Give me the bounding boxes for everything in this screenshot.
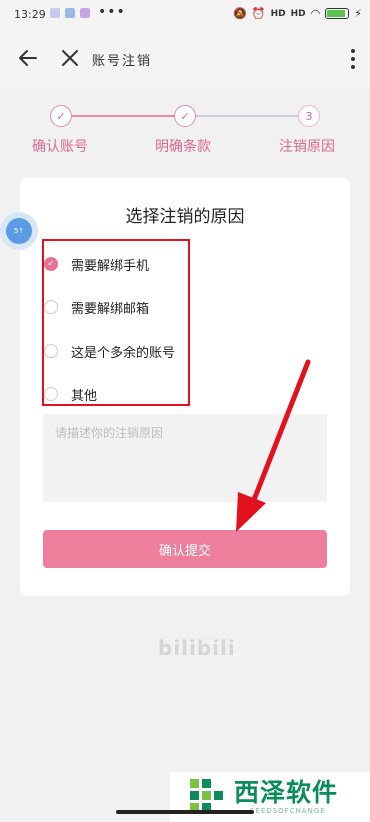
notification-app-icon (80, 8, 90, 18)
step-2-label: 明确条款 (155, 139, 211, 155)
reason-card: 选择注销的原因 ✓ 需要解绑手机 需要解绑邮箱 这是个多余的账号 其他 确认提交 (20, 178, 350, 596)
card-title: 选择注销的原因 (125, 207, 245, 227)
watermark-title: 西泽软件 (234, 778, 339, 807)
more-options-icon[interactable] (348, 46, 358, 72)
home-indicator[interactable] (116, 810, 254, 814)
system-icons: 🔕 ⏰ HD HD ◠ ⚡ (233, 7, 362, 20)
back-arrow-icon[interactable] (14, 44, 42, 72)
floating-assistant-bubble[interactable]: 5↑ (0, 212, 38, 250)
signal-icon: HD (270, 8, 286, 19)
status-bar: 13:29 ••• 🔕 ⏰ HD HD ◠ ⚡ (0, 0, 370, 30)
battery-icon (325, 8, 350, 19)
watermark-subtitle: SEEDSOFCHANGE (250, 807, 326, 815)
step-1-label: 确认账号 (32, 139, 88, 155)
reason-description-input[interactable] (43, 414, 327, 502)
bilibili-logo: bilibili (158, 636, 236, 660)
more-notifications-dots: ••• (98, 4, 126, 20)
step-3-label: 注销原因 (279, 139, 335, 155)
notification-app-icon (50, 8, 60, 18)
step-1-check-icon: ✓ (50, 105, 72, 127)
app-bar: 账号注销 (0, 30, 370, 88)
annotation-highlight-box (42, 239, 190, 406)
status-time: 13:29 (14, 8, 46, 21)
progress-steps: ✓ ✓ 3 确认账号 明确条款 注销原因 (0, 100, 370, 160)
step-3-number: 3 (298, 105, 320, 127)
close-icon[interactable] (58, 46, 82, 70)
notification-icons (50, 8, 90, 18)
battery-level (327, 10, 345, 17)
watermark: 西泽软件 SEEDSOFCHANGE (170, 772, 370, 822)
step-connector (196, 115, 298, 117)
notification-app-icon (65, 8, 75, 18)
alarm-icon: ⏰ (251, 7, 266, 20)
charging-icon: ⚡ (354, 7, 362, 20)
wifi-icon: ◠ (310, 7, 321, 20)
floating-bubble-badge: 5↑ (6, 218, 32, 244)
watermark-logo-icon (190, 779, 223, 812)
submit-button[interactable]: 确认提交 (43, 530, 327, 568)
mute-icon: 🔕 (233, 7, 247, 20)
step-2-check-icon: ✓ (174, 105, 196, 127)
page-title: 账号注销 (92, 54, 153, 69)
step-connector (72, 115, 174, 117)
signal-icon: HD (290, 8, 306, 19)
